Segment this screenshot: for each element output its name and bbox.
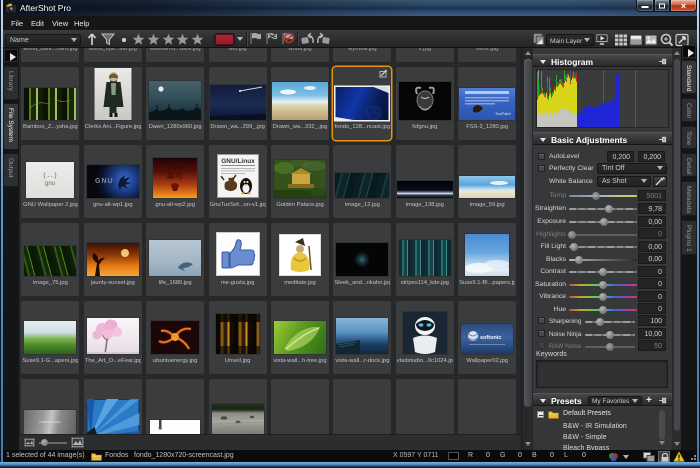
svg-text:認可: 認可 — [167, 170, 183, 180]
svg-text:TuxPaint: TuxPaint — [495, 111, 512, 116]
svg-text:softonic: softonic — [480, 335, 501, 341]
svg-text:GNU/Linux: GNU/Linux — [221, 158, 255, 165]
svg-text:GNU: GNU — [95, 178, 114, 185]
svg-text:LOREM IPSUM: LOREM IPSUM — [40, 420, 62, 424]
svg-text:gnu: gnu — [45, 180, 56, 187]
svg-text:(..): (..) — [43, 172, 57, 179]
svg-text:大衆: 大衆 — [167, 161, 183, 171]
